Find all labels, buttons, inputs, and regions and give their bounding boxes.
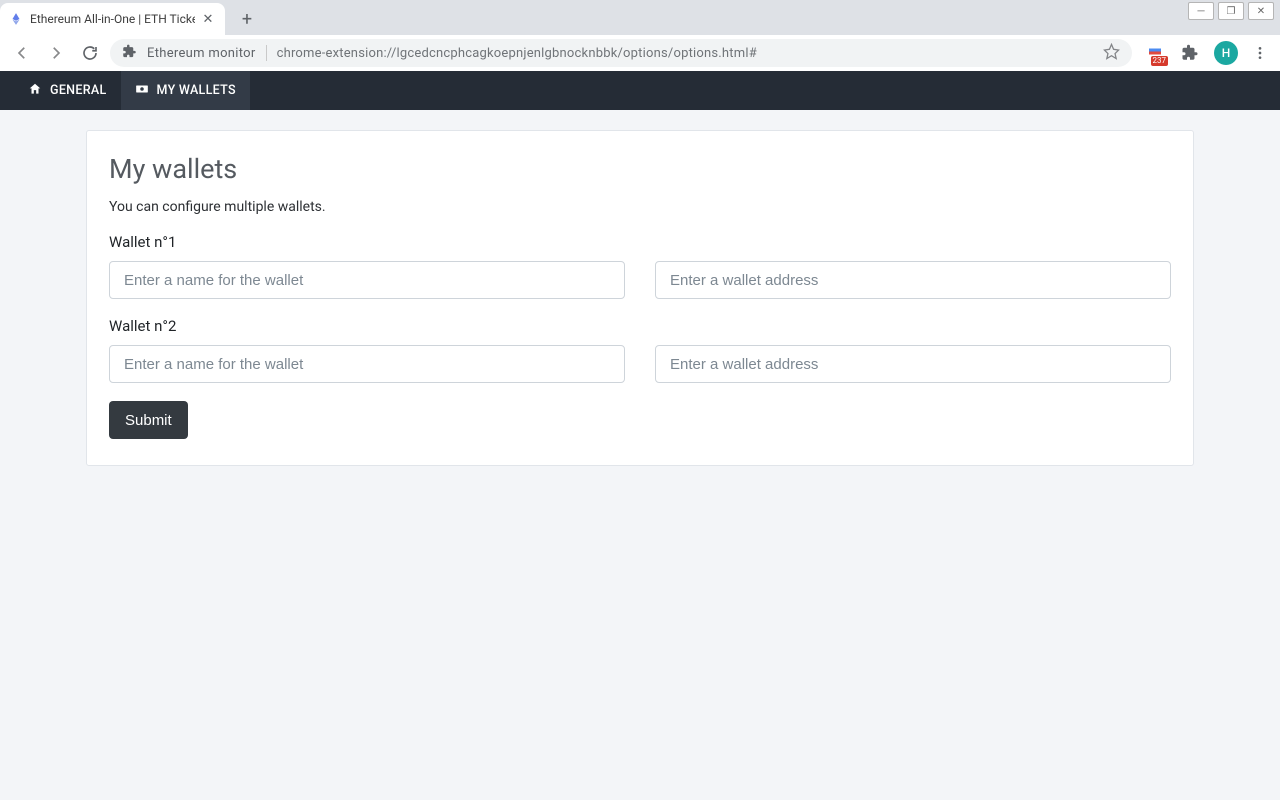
wallet-row <box>109 261 1171 299</box>
profile-avatar[interactable]: H <box>1214 41 1238 65</box>
maximize-button[interactable]: ❐ <box>1218 2 1244 20</box>
tab-title: Ethereum All-in-One | ETH Ticker <box>30 12 195 26</box>
tab-my-wallets[interactable]: MY WALLETS <box>121 71 250 110</box>
wallet-address-input[interactable] <box>655 345 1171 383</box>
money-icon <box>135 82 149 100</box>
separator <box>266 45 267 61</box>
new-tab-button[interactable]: + <box>233 5 261 33</box>
menu-button[interactable] <box>1248 41 1272 65</box>
tab-general[interactable]: GENERAL <box>14 71 121 110</box>
extension-badge[interactable]: 237 <box>1144 42 1166 64</box>
wallets-card: My wallets You can configure multiple wa… <box>86 130 1194 466</box>
browser-chrome: Ethereum All-in-One | ETH Ticker ✕ + ─ ❐… <box>0 0 1280 71</box>
bookmark-icon[interactable] <box>1103 43 1120 64</box>
back-button[interactable] <box>8 39 36 67</box>
ethereum-icon <box>8 11 24 27</box>
page-description: You can configure multiple wallets. <box>109 199 1171 215</box>
badge-count: 237 <box>1151 56 1169 66</box>
submit-button[interactable]: Submit <box>109 401 188 439</box>
browser-toolbar: Ethereum monitor chrome-extension://lgce… <box>0 35 1280 71</box>
tab-strip: Ethereum All-in-One | ETH Ticker ✕ + ─ ❐… <box>0 0 1280 35</box>
wallet-address-input[interactable] <box>655 261 1171 299</box>
extensions-button[interactable] <box>1176 39 1204 67</box>
extensions-area: 237 H <box>1138 39 1272 67</box>
forward-button[interactable] <box>42 39 70 67</box>
wallet-block-2: Wallet n°2 <box>109 317 1171 383</box>
url-text: chrome-extension://lgcedcncphcagkoepnjen… <box>277 46 757 61</box>
wallet-label: Wallet n°2 <box>109 317 1171 335</box>
browser-tab[interactable]: Ethereum All-in-One | ETH Ticker ✕ <box>0 3 225 35</box>
tab-general-label: GENERAL <box>50 83 107 98</box>
window-controls: ─ ❐ ✕ <box>1188 2 1274 20</box>
minimize-button[interactable]: ─ <box>1188 2 1214 20</box>
reload-button[interactable] <box>76 39 104 67</box>
page-title: My wallets <box>109 153 1171 185</box>
extension-icon <box>122 44 137 63</box>
close-icon[interactable]: ✕ <box>201 12 215 26</box>
page-body: My wallets You can configure multiple wa… <box>0 110 1280 800</box>
wallet-label: Wallet n°1 <box>109 233 1171 251</box>
omnibox-label: Ethereum monitor <box>147 46 256 61</box>
wallet-block-1: Wallet n°1 <box>109 233 1171 299</box>
address-bar[interactable]: Ethereum monitor chrome-extension://lgce… <box>110 39 1132 67</box>
wallet-name-input[interactable] <box>109 261 625 299</box>
tab-wallets-label: MY WALLETS <box>157 83 236 98</box>
app-nav: GENERAL MY WALLETS <box>0 71 1280 110</box>
avatar-letter: H <box>1222 46 1231 60</box>
close-window-button[interactable]: ✕ <box>1248 2 1274 20</box>
wallet-row <box>109 345 1171 383</box>
home-icon <box>28 82 42 100</box>
wallet-name-input[interactable] <box>109 345 625 383</box>
